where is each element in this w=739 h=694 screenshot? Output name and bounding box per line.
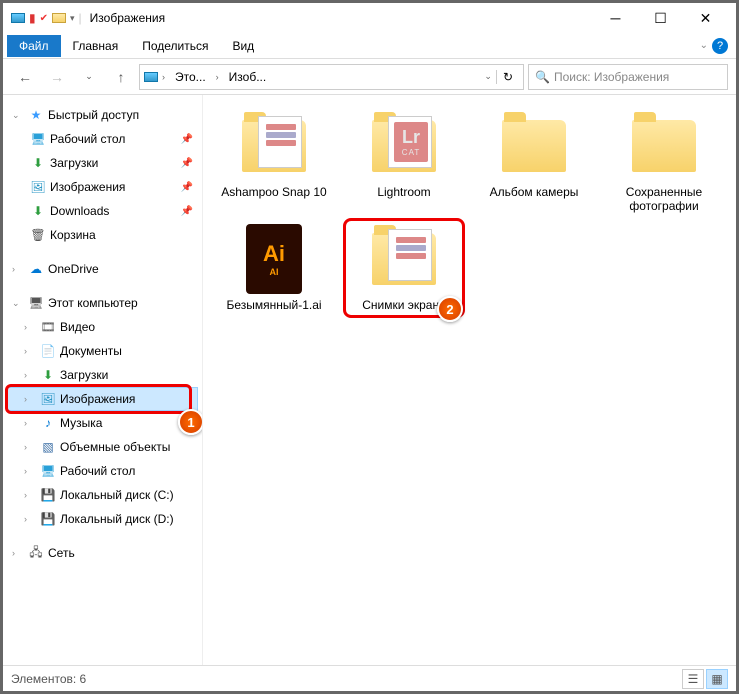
- folder-saved-pictures[interactable]: Сохраненные фотографии: [609, 111, 719, 214]
- pin-icon: 📌: [181, 158, 193, 169]
- minimize-button[interactable]: ─: [593, 3, 638, 33]
- status-bar: Элементов: 6 ☰ ▦: [3, 665, 736, 691]
- tab-file[interactable]: Файл: [7, 35, 61, 57]
- location-icon: [144, 72, 158, 82]
- sidebar-downloads-en[interactable]: ⬇Downloads📌: [7, 199, 198, 223]
- annotation-badge-1: 1: [178, 409, 203, 435]
- folder-lightroom[interactable]: LrCAT Lightroom: [349, 111, 459, 214]
- sidebar-network[interactable]: ›🖧Сеть: [7, 541, 198, 565]
- annotation-badge-2: 2: [437, 296, 463, 322]
- search-placeholder: Поиск: Изображения: [554, 70, 669, 84]
- qat-divider: ▮: [29, 11, 36, 25]
- recent-dropdown[interactable]: ⌄: [75, 63, 103, 91]
- pin-icon: 📌: [181, 134, 193, 145]
- ribbon: Файл Главная Поделиться Вид ⌄ ?: [3, 33, 736, 59]
- folder-icon: [52, 13, 66, 23]
- sidebar-documents[interactable]: ›📄Документы: [7, 339, 198, 363]
- tab-share[interactable]: Поделиться: [130, 35, 220, 57]
- close-button[interactable]: ✕: [683, 3, 728, 33]
- sidebar-images-pc[interactable]: ›🖼Изображения: [7, 387, 198, 411]
- sidebar-video[interactable]: ›🎞Видео: [7, 315, 198, 339]
- forward-button[interactable]: →: [43, 63, 71, 91]
- pin-icon: 📌: [181, 206, 193, 217]
- sidebar-quick-access[interactable]: ⌄★Быстрый доступ: [7, 103, 198, 127]
- sidebar-3d-objects[interactable]: ›▧Объемные объекты: [7, 435, 198, 459]
- sidebar-downloads[interactable]: ⬇Загрузки📌: [7, 151, 198, 175]
- refresh-button[interactable]: ↻: [496, 70, 519, 84]
- nav-pane: ⌄★Быстрый доступ 🖥Рабочий стол📌 ⬇Загрузк…: [3, 95, 203, 665]
- sidebar-desktop[interactable]: 🖥Рабочий стол📌: [7, 127, 198, 151]
- folder-ashampoo[interactable]: Ashampoo Snap 10: [219, 111, 329, 214]
- breadcrumb-pc[interactable]: Это...: [169, 68, 212, 86]
- up-button[interactable]: ↑: [107, 63, 135, 91]
- folder-screenshots[interactable]: Снимки экрана 2: [349, 224, 459, 312]
- sidebar-downloads-pc[interactable]: ›⬇Загрузки: [7, 363, 198, 387]
- navbar: ← → ⌄ ↑ › Это... › Изоб... ⌄ ↻ 🔍 Поиск: …: [3, 59, 736, 95]
- sidebar-disk-d[interactable]: ›💾Локальный диск (D:): [7, 507, 198, 531]
- checkmark-icon: ✔: [40, 13, 48, 24]
- view-icons-button[interactable]: ▦: [706, 669, 728, 689]
- address-dropdown-icon[interactable]: ⌄: [484, 71, 492, 82]
- sidebar-images[interactable]: 🖼Изображения📌: [7, 175, 198, 199]
- app-icon: [11, 13, 25, 23]
- sidebar-music[interactable]: ›♪Музыка: [7, 411, 198, 435]
- tab-view[interactable]: Вид: [220, 35, 266, 57]
- sidebar-this-pc[interactable]: ⌄🖥Этот компьютер: [7, 291, 198, 315]
- view-details-button[interactable]: ☰: [682, 669, 704, 689]
- address-bar[interactable]: › Это... › Изоб... ⌄ ↻: [139, 64, 524, 90]
- sidebar-onedrive[interactable]: ›☁OneDrive: [7, 257, 198, 281]
- titlebar: ▮ ✔ ▾ | Изображения ─ ☐ ✕: [3, 3, 736, 33]
- sidebar-disk-c[interactable]: ›💾Локальный диск (C:): [7, 483, 198, 507]
- tab-home[interactable]: Главная: [61, 35, 131, 57]
- folder-camera-roll[interactable]: Альбом камеры: [479, 111, 589, 214]
- explorer-window: ▮ ✔ ▾ | Изображения ─ ☐ ✕ Файл Главная П…: [0, 0, 739, 694]
- search-box[interactable]: 🔍 Поиск: Изображения: [528, 64, 728, 90]
- item-count: Элементов: 6: [11, 672, 86, 686]
- pin-icon: 📌: [181, 182, 193, 193]
- file-ai[interactable]: AiAI Безымянный-1.ai: [219, 224, 329, 312]
- back-button[interactable]: ←: [11, 63, 39, 91]
- breadcrumb-images[interactable]: Изоб...: [223, 68, 273, 86]
- ribbon-expand-icon[interactable]: ⌄: [700, 40, 708, 51]
- file-list: Ashampoo Snap 10 LrCAT Lightroom Альбом …: [203, 95, 736, 665]
- help-icon[interactable]: ?: [712, 38, 728, 54]
- search-icon: 🔍: [535, 70, 550, 84]
- sidebar-recycle-bin[interactable]: 🗑Корзина: [7, 223, 198, 247]
- window-title: Изображения: [90, 11, 165, 25]
- sidebar-desktop-pc[interactable]: ›🖥Рабочий стол: [7, 459, 198, 483]
- qat-dropdown[interactable]: ▾: [70, 13, 75, 24]
- maximize-button[interactable]: ☐: [638, 3, 683, 33]
